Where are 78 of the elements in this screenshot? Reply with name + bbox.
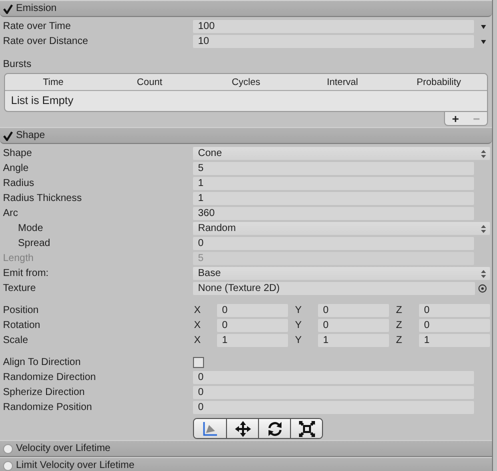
input-field[interactable]: 1 [193,177,474,190]
input-field[interactable]: 1 [217,334,288,347]
input-field[interactable]: 0 [419,319,490,332]
input-field[interactable]: 10 [193,35,474,48]
axis-label: Y [294,320,303,331]
input-field[interactable]: 0 [193,237,474,250]
shape-edit-icon [201,420,219,438]
input-field: 5 [193,252,474,265]
field-label: Scale [2,335,30,346]
field-label: Texture [2,283,37,294]
input-field[interactable]: 5 [193,162,474,175]
object-picker-icon [478,284,487,293]
axis-label: X [193,320,202,331]
input-field[interactable]: None (Texture 2D) [193,282,475,295]
module-header[interactable]: Emission [0,0,492,17]
input-field[interactable]: 0 [193,371,474,384]
rotate-arrows-icon [266,420,284,438]
column-header: Count [136,76,164,88]
axis-label: Y [294,335,303,346]
axis-label: Z [395,305,404,316]
tool-button[interactable] [290,419,322,438]
axis-label: Z [395,320,404,331]
input-field[interactable]: 1 [419,334,490,347]
toggle-circle[interactable] [3,444,13,454]
move-arrows-icon [234,420,252,438]
field-label: Position [2,305,40,316]
input-field[interactable]: 0 [193,386,474,399]
section-label: Bursts [2,58,32,72]
toggle-circle[interactable] [3,460,13,470]
axis-label: Y [294,305,303,316]
input-field[interactable]: 0 [318,319,389,332]
add-button[interactable]: + [444,112,466,126]
field-label: Randomize Position [2,402,93,413]
input-field[interactable]: 360 [193,207,474,220]
dropdown[interactable]: Random [193,222,490,235]
input-field[interactable]: 1 [193,192,474,205]
input-field[interactable]: 0 [419,304,490,317]
input-field[interactable]: 100 [193,20,474,33]
axis-label: X [193,335,202,346]
field-label: Shape [2,148,33,159]
field-label: Spherize Direction [2,387,86,398]
axis-label: X [193,305,202,316]
input-field[interactable]: 1 [318,334,389,347]
column-header: Time [42,76,65,88]
up-down-arrows-icon [481,150,486,158]
up-down-arrows-icon [481,270,486,278]
up-down-arrows-icon [481,224,486,232]
field-label: Emit from: [2,268,50,279]
field-label: Randomize Direction [2,372,97,383]
axis-label: Z [395,335,404,346]
input-field[interactable]: 0 [217,319,288,332]
scale-arrows-icon [298,420,316,438]
field-label: Radius Thickness [2,193,83,204]
column-header: Interval [326,76,359,88]
field-label: Mode [17,223,44,234]
column-header: Cycles [230,76,262,88]
input-field[interactable]: 0 [193,401,474,414]
tool-button[interactable] [258,419,290,438]
field-label: Radius [2,178,36,189]
empty-list-text: List is Empty [10,94,74,109]
input-field[interactable]: 0 [217,304,288,317]
tool-button[interactable] [226,419,258,438]
module-header[interactable]: Shape [0,127,492,144]
field-label: Rate over Distance [2,36,90,47]
field-label: Length [2,253,35,264]
module-header[interactable]: Limit Velocity over Lifetime [0,457,492,471]
field-label: Spread [17,238,52,249]
dropdown[interactable]: Base [193,267,490,280]
field-label: Rate over Time [2,21,72,32]
field-label: Rotation [2,320,42,331]
dropdown[interactable]: Cone [193,147,490,160]
input-field[interactable]: 0 [318,304,389,317]
field-label: Arc [2,208,19,219]
checkbox[interactable] [193,357,204,368]
field-label: Align To Direction [2,357,82,368]
module-header[interactable]: Velocity over Lifetime [0,440,492,457]
field-label: Angle [2,163,30,174]
column-header: Probability [416,76,462,88]
